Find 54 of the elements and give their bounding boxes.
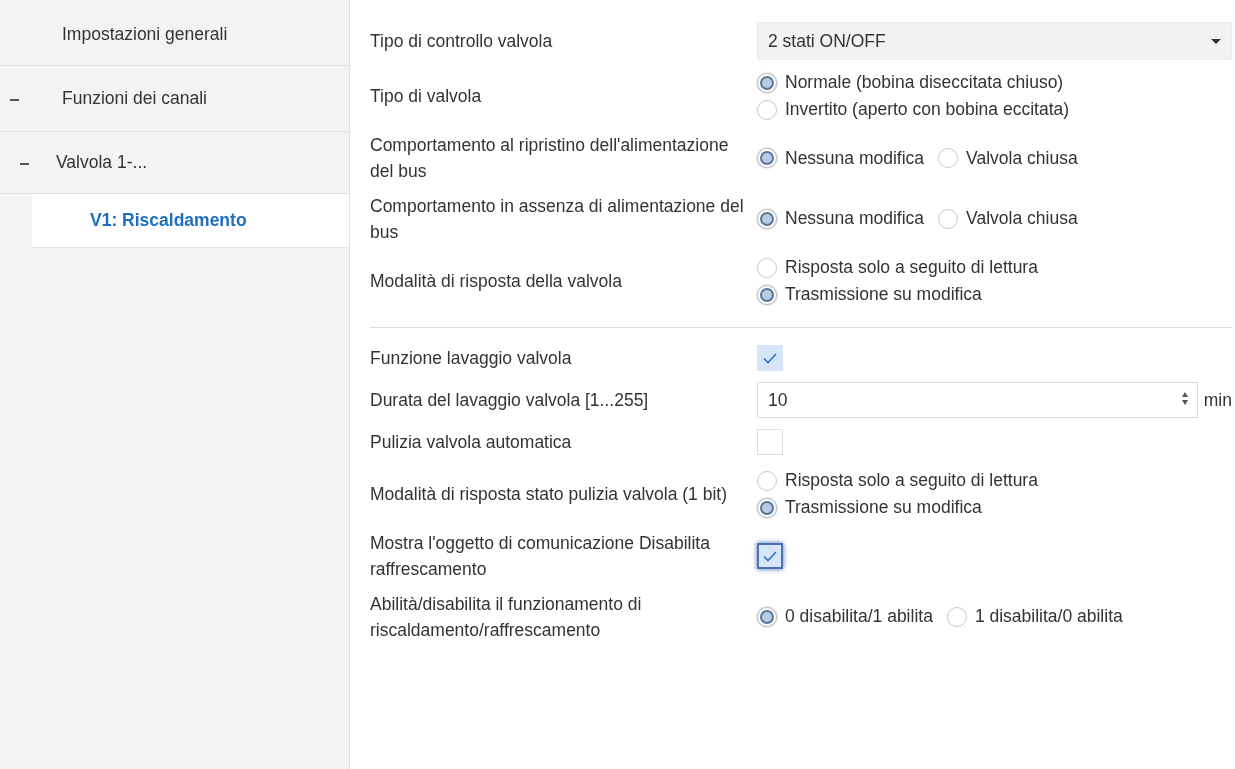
field-label: Mostra l'oggetto di comunicazione Disabilita raffrescamento [370,532,711,582]
collapse-icon[interactable] [10,98,19,101]
radio-button[interactable] [938,208,959,229]
radio-button[interactable] [938,148,959,169]
radio-label: Valvola chiusa [966,147,1078,169]
radio-button[interactable] [757,284,777,305]
radio-button[interactable] [757,208,777,229]
radio-button[interactable] [757,148,777,169]
field-label: Comportamento in assenza di alimentazione del bus [370,194,745,244]
radio-label: Risposta solo a seguito di lettura [785,470,1038,491]
checkbox[interactable] [757,429,783,455]
radio-button[interactable] [757,72,777,93]
radio-button[interactable] [757,470,777,491]
radio-label: Normale (bobina diseccitata chiuso) [785,72,1064,93]
field-label: Pulizia valvola automatica [370,430,573,454]
field-label: Modalità di risposta della valvola [370,269,623,293]
radio-label: Nessuna modifica [785,147,925,169]
radio-button[interactable] [757,497,777,518]
spinner-icon[interactable] [1181,392,1188,405]
sidebar-item[interactable]: V1: Riscaldamento [32,194,349,248]
dropdown-value: 2 stati ON/OFF [768,30,886,52]
radio-label: 1 disabilita/0 abilita [974,606,1123,628]
radio-label: Trasmissione su modifica [785,284,982,305]
number-field[interactable]: 10 [757,382,1198,418]
field-label: Abilità/disabilita il funzionamento di riscaldamento/raffrescamento [370,592,643,642]
field-label: Durata del lavaggio valvola [1...255] [370,388,650,412]
radio-button[interactable] [757,99,777,120]
radio-label: 0 disabilita/1 abilita [785,606,933,628]
field-label: Funzione lavaggio valvola [370,346,573,370]
field-label: Comportamento al ripristino dell'alimentazione del bus [370,134,730,184]
radio-label: Valvola chiusa [966,208,1078,230]
unit-label: min [1203,389,1232,411]
radio-label: Risposta solo a seguito di lettura [785,257,1038,278]
field-label: Modalità di risposta stato pulizia valvola (1 bit) [370,482,728,506]
sidebar-label: Valvola 1-... [56,152,148,173]
sidebar-label: Impostazioni generali [62,24,228,45]
field-label: Tipo di valvola [370,84,483,108]
sidebar-item[interactable]: Funzioni dei canali [0,66,349,132]
radio-button[interactable] [946,606,967,627]
checkbox[interactable] [757,345,783,371]
sidebar-label: Funzioni dei canali [62,88,207,109]
sidebar-item[interactable]: Impostazioni generali [0,4,349,66]
dropdown[interactable]: 2 stati ON/OFF [757,22,1232,60]
field-label: Tipo di controllo valvola [370,29,554,53]
check-icon [763,550,777,562]
radio-button[interactable] [757,257,777,278]
collapse-icon[interactable] [20,162,29,165]
radio-label: Invertito (aperto con bobina eccitata) [785,99,1070,120]
radio-button[interactable] [757,606,777,627]
caret-icon [1211,38,1221,44]
radio-label: Nessuna modifica [785,208,925,230]
radio-label: Trasmissione su modifica [785,497,982,518]
sidebar-label: V1: Riscaldamento [90,210,247,231]
check-icon [763,352,777,364]
